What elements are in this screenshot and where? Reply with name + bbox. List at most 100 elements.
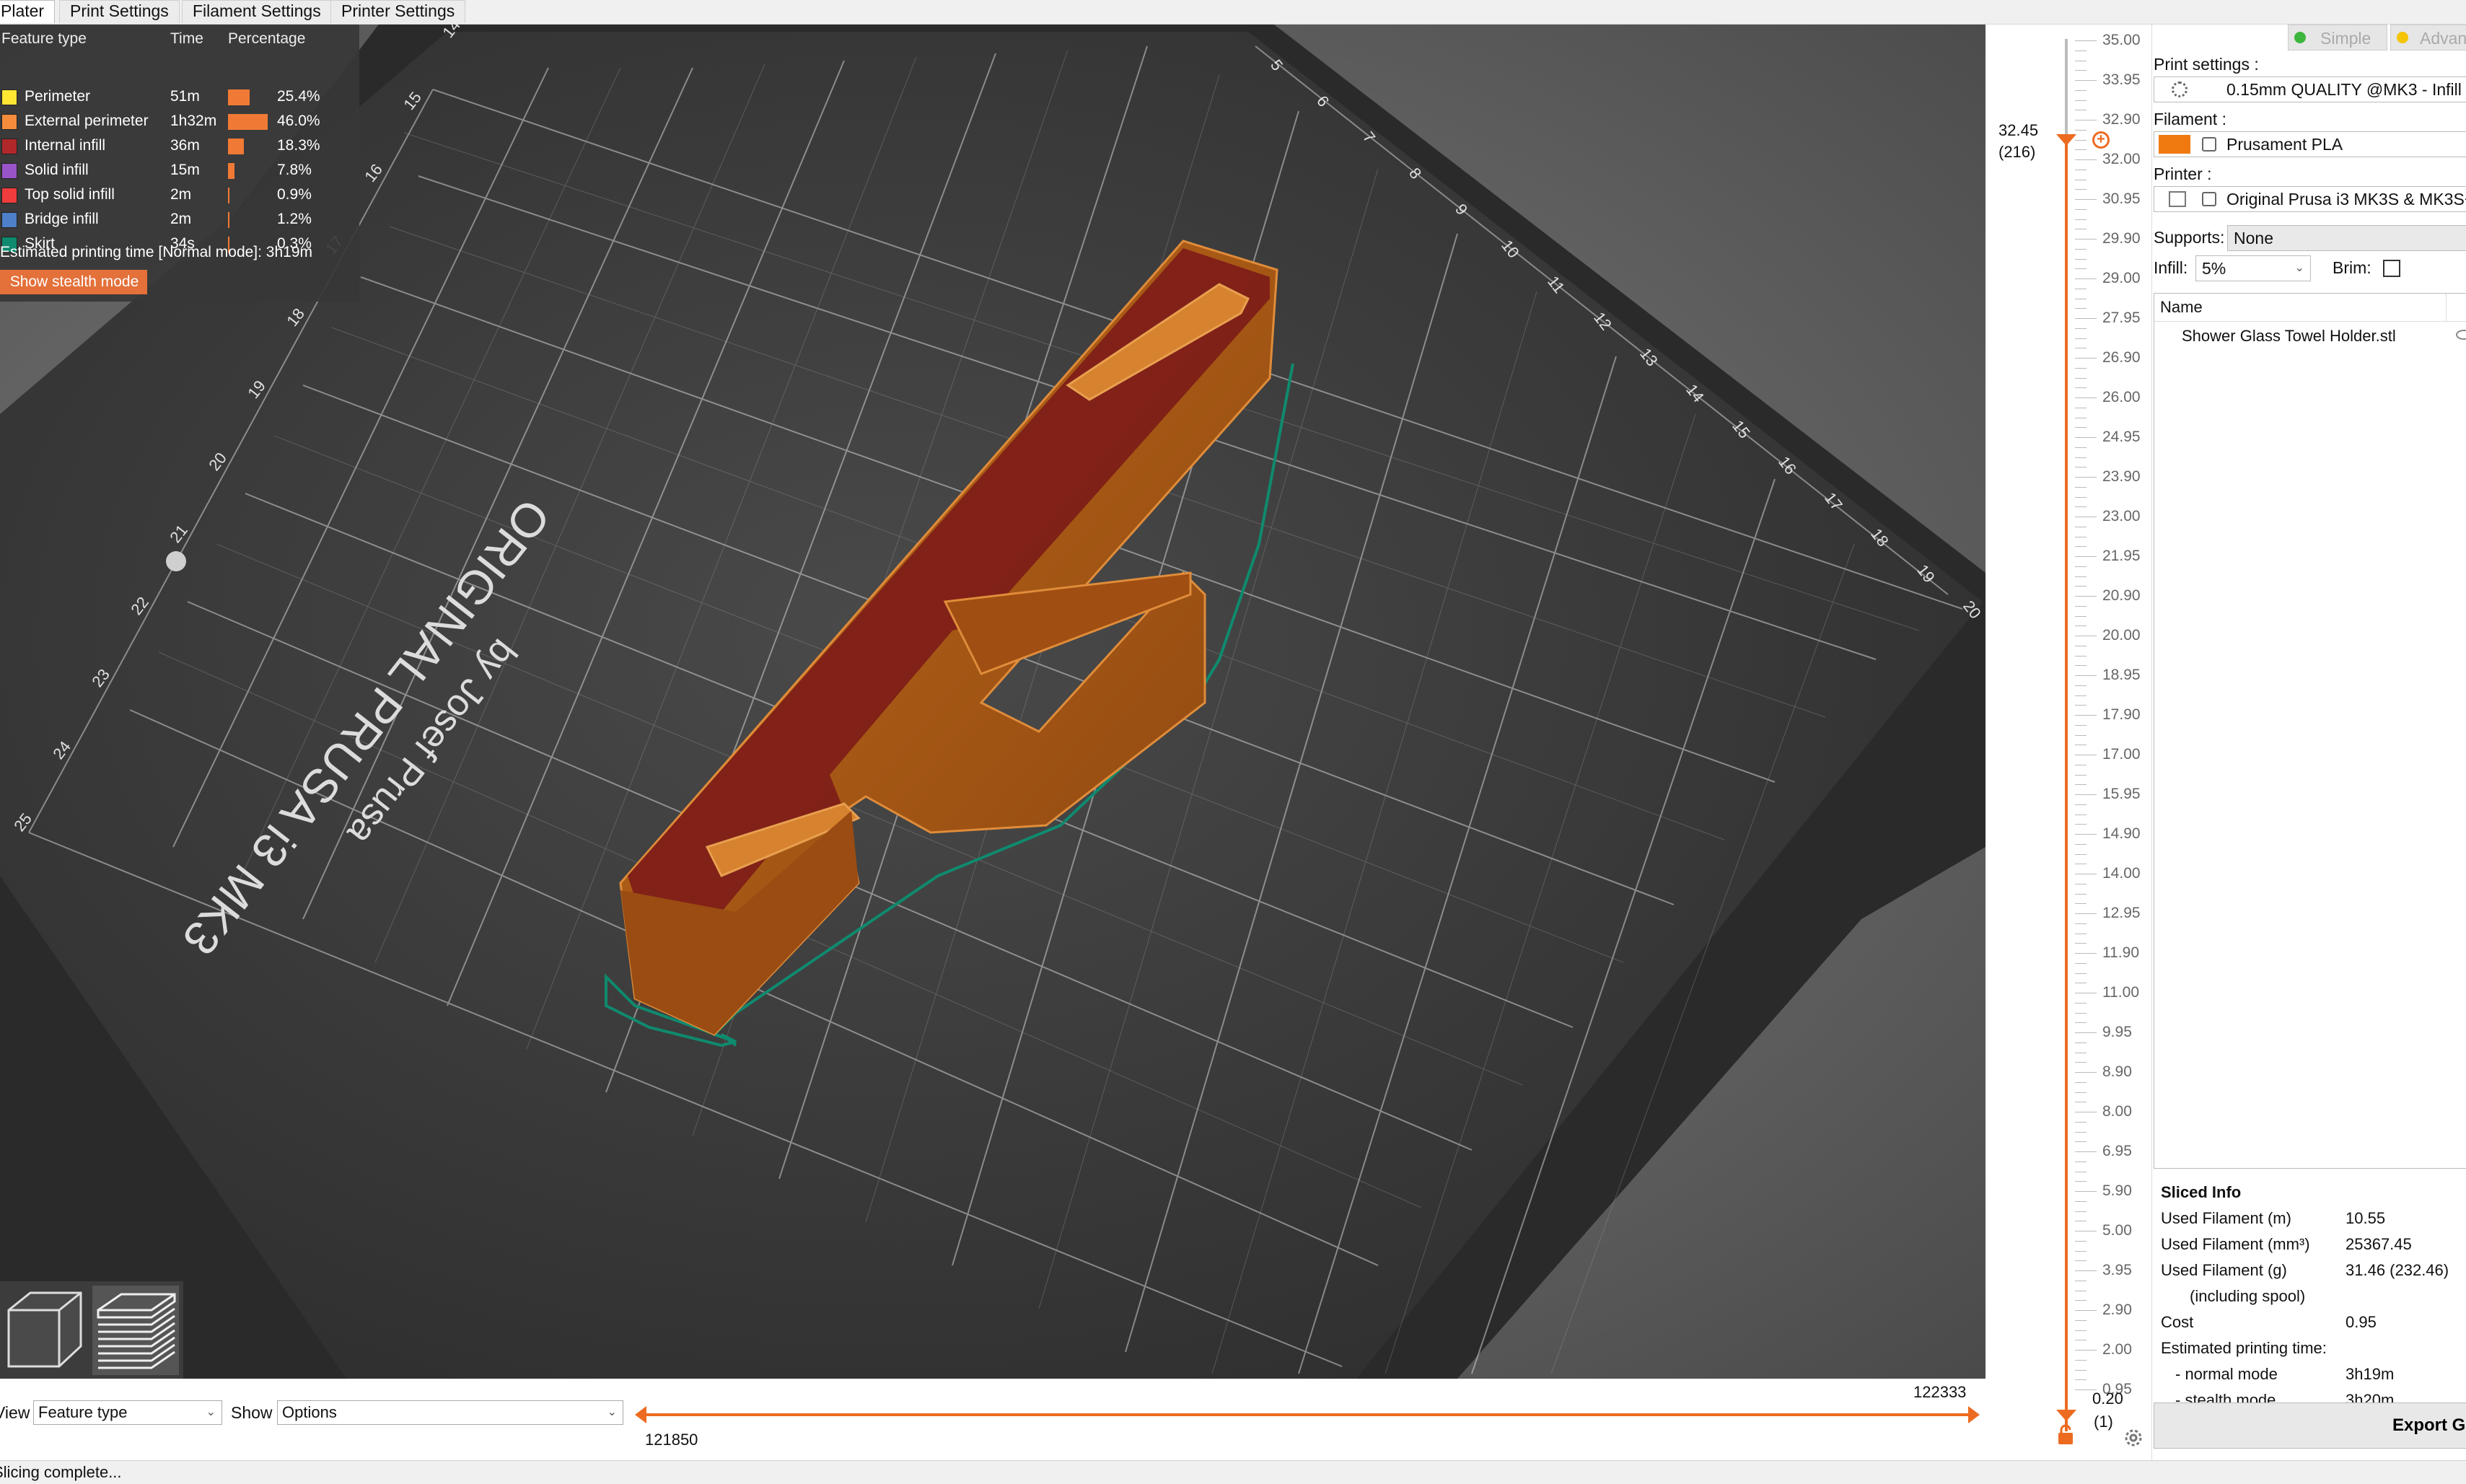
tab-print-settings[interactable]: Print Settings bbox=[59, 0, 180, 23]
mode-simple-button[interactable]: Simple bbox=[2288, 25, 2387, 51]
legend-panel: Feature type Time Percentage Perimeter 51… bbox=[0, 25, 359, 302]
sliced-info-value: 25367.45 bbox=[2346, 1235, 2412, 1253]
layer-minor-tick bbox=[2075, 566, 2087, 567]
layer-minor-tick bbox=[2075, 1081, 2087, 1083]
layer-minor-tick bbox=[2075, 70, 2087, 71]
add-color-change-icon[interactable]: + bbox=[2092, 131, 2110, 149]
object-list-item[interactable]: Shower Glass Towel Holder.stl bbox=[2182, 327, 2396, 346]
layer-minor-tick bbox=[2075, 506, 2087, 508]
layer-minor-tick bbox=[2075, 1300, 2087, 1301]
mode-advanced-button[interactable]: Advanced bbox=[2390, 25, 2466, 51]
layer-minor-tick bbox=[2075, 546, 2087, 548]
print-settings-select[interactable]: 0.15mm QUALITY @MK3 - Infill bbox=[2154, 76, 2466, 102]
layer-tick-label: 23.00 bbox=[2102, 508, 2141, 524]
export-gcode-button[interactable]: Export G-code bbox=[2154, 1402, 2466, 1449]
lower-layer: (1) bbox=[2094, 1413, 2113, 1431]
legend-row: External perimeter 1h32m 46.0% bbox=[0, 110, 359, 134]
move-slider-right-thumb[interactable] bbox=[1968, 1406, 1980, 1423]
layer-minor-tick bbox=[2075, 625, 2087, 627]
layer-tick-mark bbox=[2075, 675, 2097, 676]
cube-view-icon[interactable] bbox=[1, 1286, 88, 1375]
tab-filament-settings[interactable]: Filament Settings bbox=[182, 0, 332, 23]
layer-minor-tick bbox=[2075, 576, 2087, 577]
lock-icon[interactable] bbox=[2056, 1424, 2075, 1446]
layer-minor-tick bbox=[2075, 377, 2087, 379]
settings-cog-icon[interactable] bbox=[2123, 1427, 2144, 1449]
filament-select[interactable]: Prusament PLA bbox=[2154, 131, 2466, 157]
move-slider-left-thumb[interactable] bbox=[635, 1406, 646, 1423]
layer-minor-tick bbox=[2075, 923, 2087, 924]
layer-slider-track[interactable] bbox=[2065, 140, 2068, 1431]
gear-icon bbox=[2172, 82, 2188, 97]
right-sidebar: Simple Advanced Print settings : 0.15mm … bbox=[2151, 25, 2466, 1460]
legend-percentage-bar bbox=[228, 163, 235, 179]
legend-color-swatch bbox=[1, 139, 17, 154]
show-stealth-mode-button[interactable]: Show stealth mode bbox=[0, 270, 147, 294]
legend-feature-percentage: 18.3% bbox=[277, 137, 320, 154]
layer-tick-mark bbox=[2075, 80, 2097, 81]
legend-feature-name: External perimeter bbox=[25, 113, 149, 129]
sliced-info-panel: Sliced Info Used Filament (m) 10.55 Used F… bbox=[2154, 1176, 2466, 1410]
layer-tick-label: 24.95 bbox=[2102, 429, 2141, 445]
layers-view-icon[interactable] bbox=[92, 1286, 179, 1375]
layer-minor-tick bbox=[2075, 189, 2087, 190]
layer-minor-tick bbox=[2075, 427, 2087, 429]
sliced-info-value: 10.55 bbox=[2346, 1209, 2386, 1227]
estimated-time-text: Estimated printing time [Normal mode]: 3… bbox=[0, 244, 313, 260]
sliced-info-value: 31.46 (232.46) bbox=[2346, 1261, 2449, 1279]
layer-minor-tick bbox=[2075, 447, 2087, 448]
layer-minor-tick bbox=[2075, 248, 2087, 250]
object-list[interactable]: Name Shower Glass Towel Holder.stl bbox=[2154, 293, 2466, 1169]
layer-minor-tick bbox=[2075, 89, 2087, 91]
layer-tick-label: 11.00 bbox=[2102, 984, 2139, 1001]
legend-feature-time: 2m bbox=[170, 186, 192, 203]
layer-minor-tick bbox=[2075, 784, 2087, 786]
infill-select[interactable]: 5% ⌄ bbox=[2195, 255, 2311, 281]
layer-slider[interactable]: 35.00 33.95 32.90 32.00 30.95 29.90 29.00 27.95… bbox=[1985, 25, 2151, 1460]
layer-tick-label: 21.95 bbox=[2102, 548, 2141, 564]
tab-printer-settings[interactable]: Printer Settings bbox=[330, 0, 466, 23]
brim-checkbox[interactable] bbox=[2383, 260, 2400, 277]
layer-tick-label: 8.90 bbox=[2102, 1063, 2132, 1080]
infill-label: Infill: bbox=[2154, 258, 2188, 277]
layer-minor-tick bbox=[2075, 496, 2087, 498]
lock-icon bbox=[2202, 192, 2216, 206]
mode-advanced-label: Advanced bbox=[2420, 29, 2466, 48]
layer-minor-tick bbox=[2075, 1240, 2087, 1242]
layer-tick-label: 32.90 bbox=[2102, 111, 2141, 128]
layer-tick-label: 17.00 bbox=[2102, 746, 2141, 763]
legend-header-time: Time bbox=[170, 30, 203, 47]
layer-minor-tick bbox=[2075, 1012, 2087, 1014]
layer-minor-tick bbox=[2075, 139, 2087, 141]
status-bar: Slicing complete... bbox=[0, 1460, 2466, 1484]
chevron-down-icon: ⌄ bbox=[607, 1406, 617, 1418]
tab-plater[interactable]: Plater bbox=[0, 0, 56, 23]
lower-value: 0.20 bbox=[2092, 1389, 2123, 1408]
tab-bar: Plater Print Settings Filament Settings … bbox=[0, 0, 2466, 25]
printer-select[interactable]: Original Prusa i3 MK3S & MK3S+ bbox=[2154, 186, 2466, 212]
layer-tick-label: 2.00 bbox=[2102, 1341, 2132, 1358]
move-slider[interactable] bbox=[635, 1400, 1980, 1429]
layer-minor-tick bbox=[2075, 774, 2087, 776]
view-type-value: Feature type bbox=[38, 1403, 128, 1421]
legend-feature-time: 15m bbox=[170, 162, 200, 178]
layer-tick-mark bbox=[2075, 278, 2097, 279]
layer-tick-mark bbox=[2075, 1191, 2097, 1192]
mode-simple-label: Simple bbox=[2320, 29, 2371, 48]
printer-label: Printer : bbox=[2154, 164, 2212, 183]
layer-minor-tick bbox=[2075, 457, 2087, 458]
supports-select[interactable]: None bbox=[2227, 225, 2466, 251]
layer-minor-tick bbox=[2075, 100, 2087, 101]
layer-tick-mark bbox=[2075, 318, 2097, 319]
move-slider-left-value: 121850 bbox=[645, 1431, 698, 1449]
layer-tick-mark bbox=[2075, 794, 2097, 795]
legend-feature-name: Internal infill bbox=[25, 137, 106, 154]
upper-thumb[interactable] bbox=[2056, 134, 2076, 146]
show-options-select[interactable]: Options ⌄ bbox=[277, 1400, 623, 1425]
layer-minor-tick bbox=[2075, 1121, 2087, 1123]
lower-thumb[interactable] bbox=[2056, 1410, 2076, 1421]
view-type-select[interactable]: Feature type ⌄ bbox=[33, 1400, 222, 1425]
layer-minor-tick bbox=[2075, 1022, 2087, 1024]
layer-minor-tick bbox=[2075, 615, 2087, 617]
eye-icon[interactable] bbox=[2456, 330, 2466, 340]
